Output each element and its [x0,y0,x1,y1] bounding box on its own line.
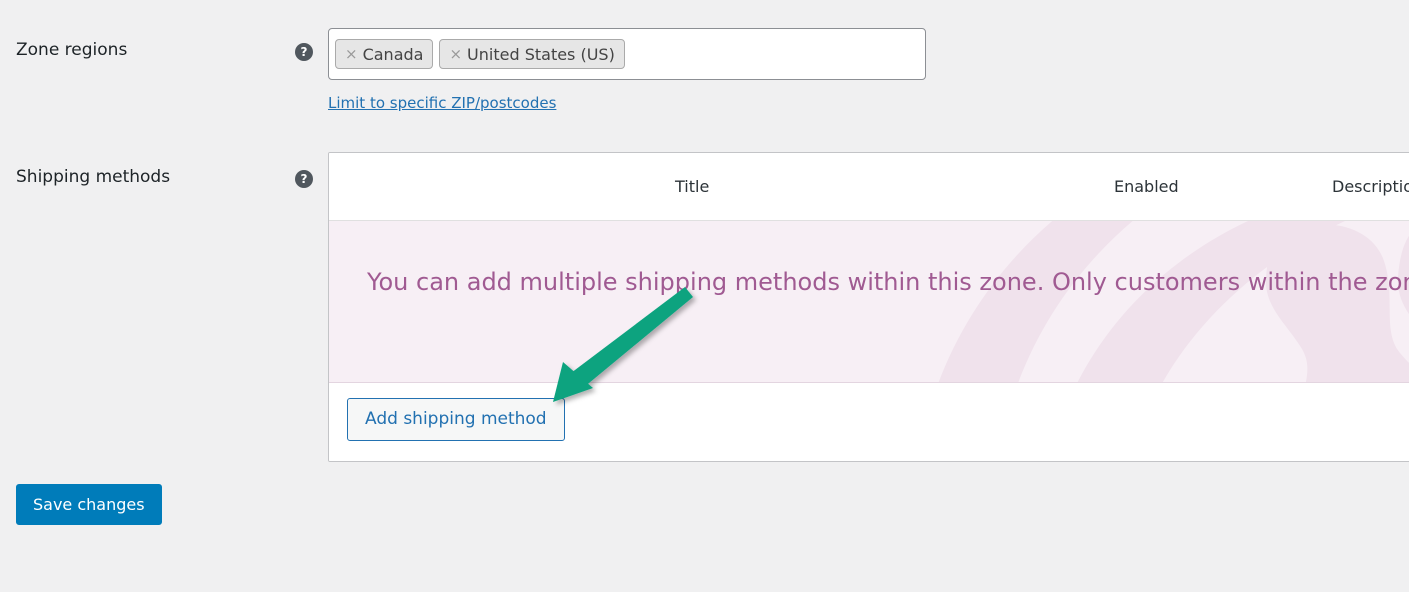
column-header-enabled: Enabled [1114,177,1179,196]
region-tag-canada[interactable]: × Canada [335,39,434,69]
remove-region-icon[interactable]: × [345,46,358,62]
empty-state-notice-text: You can add multiple shipping methods wi… [367,268,1409,296]
shipping-methods-table: Title Enabled Descriptio You can add mul… [328,152,1409,462]
limit-to-zip-postcodes-link[interactable]: Limit to specific ZIP/postcodes [328,94,556,112]
empty-state-notice: You can add multiple shipping methods wi… [329,221,1409,383]
region-tag-label: Canada [362,44,424,64]
column-header-title: Title [675,177,710,196]
table-header-row: Title Enabled Descriptio [329,153,1409,221]
question-mark-circle-icon[interactable]: ? [295,170,313,188]
remove-region-icon[interactable]: × [449,46,462,62]
zone-regions-input[interactable]: × Canada × United States (US) [328,28,926,80]
table-footer: Add shipping method [329,383,1409,461]
region-tag-united-states[interactable]: × United States (US) [439,39,625,69]
region-tag-label: United States (US) [467,44,615,64]
column-header-description: Descriptio [1332,177,1409,196]
shipping-zone-settings-page: Zone regions ? × Canada × United States … [0,0,1409,592]
save-changes-button[interactable]: Save changes [16,484,162,525]
zone-regions-label: Zone regions [16,40,128,60]
add-shipping-method-button[interactable]: Add shipping method [347,398,565,441]
question-mark-circle-icon[interactable]: ? [295,43,313,61]
shipping-methods-label: Shipping methods [16,167,171,187]
